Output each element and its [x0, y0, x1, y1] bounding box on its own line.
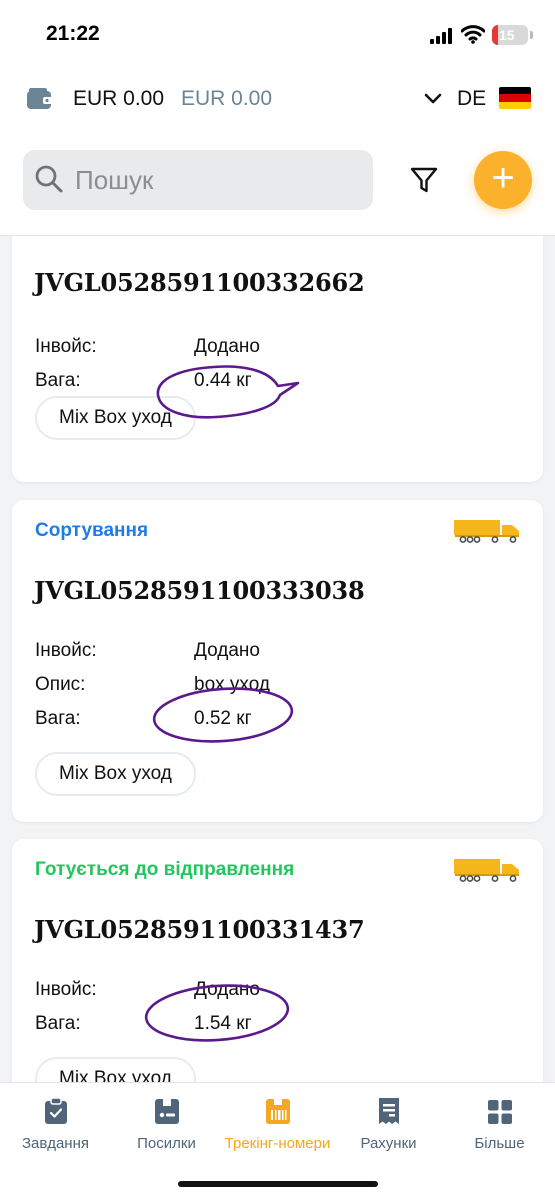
language-selector[interactable]: DE — [457, 87, 486, 111]
tab-label: Рахунки — [360, 1135, 417, 1152]
weight-label: Вага: — [35, 1013, 81, 1034]
add-button[interactable]: + — [474, 151, 532, 209]
truck-icon — [454, 520, 519, 543]
status-label: Готується до відправлення — [35, 859, 295, 880]
invoice-label: Інвойс: — [35, 979, 97, 1000]
tab-label: Трекінг-номери — [224, 1135, 331, 1152]
wallet-icon[interactable] — [26, 87, 54, 111]
invoice-label: Інвойс: — [35, 640, 97, 661]
tab-parcels[interactable]: Посилки — [111, 1097, 222, 1152]
tab-tracking-numbers[interactable]: Трекінг-номери — [222, 1097, 333, 1152]
tab-label: Посилки — [137, 1135, 196, 1152]
category-tag[interactable]: Mix Box уход — [35, 752, 196, 796]
tracking-card[interactable]: Сортування JVGL0528591100333038 Інвойс: … — [12, 500, 543, 822]
tab-more[interactable]: Більше — [444, 1097, 555, 1152]
search-input[interactable]: Пошук — [23, 150, 373, 210]
search-icon — [35, 165, 63, 193]
clipboard-icon — [44, 1097, 67, 1124]
tracking-card[interactable]: JVGL0528591100332662 Інвойс: Додано Вага… — [12, 236, 543, 482]
home-indicator — [178, 1181, 378, 1187]
annotation-oval — [156, 365, 300, 419]
tab-label: Більше — [474, 1135, 525, 1152]
truck-icon — [454, 859, 519, 882]
tab-tasks[interactable]: Завдання — [0, 1097, 111, 1152]
search-placeholder: Пошук — [75, 165, 154, 195]
tracking-list[interactable]: JVGL0528591100332662 Інвойс: Додано Вага… — [0, 236, 555, 1082]
status-bar: 21:22 15 — [0, 0, 555, 70]
tracking-number[interactable]: JVGL0528591100331437 — [34, 915, 365, 944]
plus-icon: + — [491, 156, 515, 200]
tab-invoices[interactable]: Рахунки — [333, 1097, 444, 1152]
battery-icon: 15 — [492, 25, 528, 45]
germany-flag-icon[interactable] — [499, 87, 531, 109]
balance-main: EUR 0.00 — [73, 87, 165, 110]
chevron-down-icon[interactable] — [423, 89, 443, 109]
receipt-icon — [378, 1098, 399, 1124]
invoice-label: Інвойс: — [35, 336, 97, 357]
tracking-number[interactable]: JVGL0528591100332662 — [34, 268, 365, 297]
signal-icon — [430, 28, 452, 44]
wifi-icon — [461, 25, 485, 44]
status-label: Сортування — [35, 520, 149, 541]
filter-icon[interactable] — [408, 164, 440, 196]
battery-level-text: 15 — [499, 27, 515, 43]
tracking-number[interactable]: JVGL0528591100333038 — [34, 576, 365, 605]
weight-label: Вага: — [35, 708, 81, 729]
tab-label: Завдання — [22, 1135, 89, 1152]
category-tag[interactable]: Mix Box уход — [35, 1057, 196, 1082]
balance-secondary: EUR 0.00 — [181, 87, 273, 110]
barcode-icon — [265, 1099, 290, 1124]
grid-icon — [487, 1100, 512, 1124]
weight-label: Вага: — [35, 370, 81, 391]
annotation-oval — [144, 984, 290, 1042]
annotation-oval — [152, 687, 294, 743]
status-time: 21:22 — [46, 22, 100, 45]
parcel-icon — [154, 1099, 179, 1124]
tracking-card[interactable]: Готується до відправлення JVGL0528591100… — [12, 839, 543, 1082]
invoice-value: Додано — [194, 640, 260, 661]
description-label: Опис: — [35, 674, 86, 695]
invoice-value: Додано — [194, 336, 260, 357]
